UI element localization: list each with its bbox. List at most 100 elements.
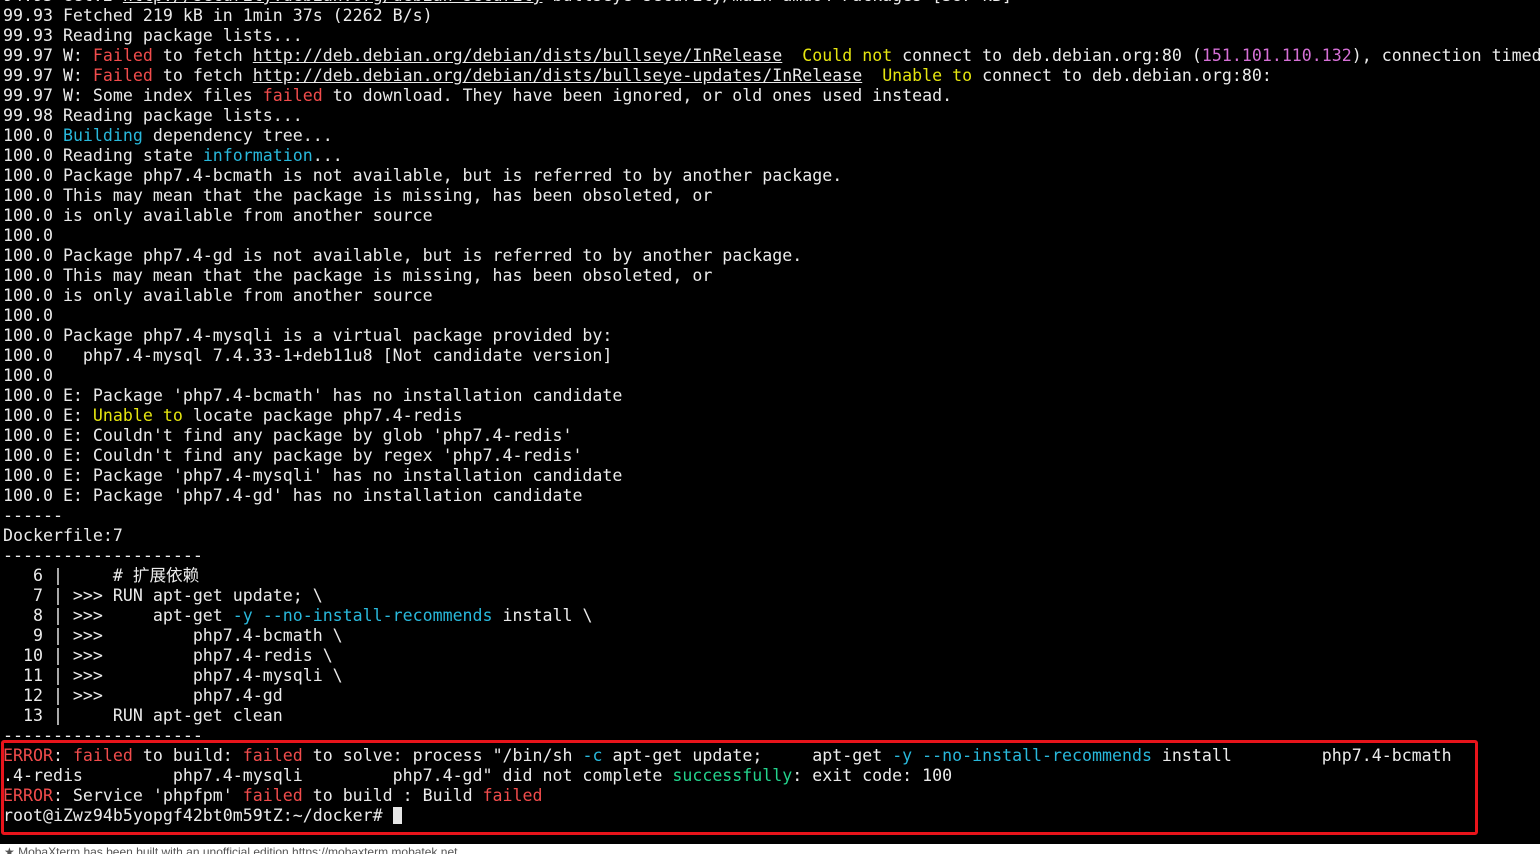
terminal-text: Unable to xyxy=(92,406,183,425)
terminal-line: 100.0 is only available from another sou… xyxy=(3,206,1540,226)
terminal-text: 13 | RUN apt-get clean xyxy=(3,706,283,725)
terminal-text: connect to deb.debian.org:80: xyxy=(972,66,1272,85)
bottom-strip-text: ★ MobaXterm has been built with an unoff… xyxy=(4,845,458,854)
text-cursor xyxy=(392,807,402,824)
terminal-line: 99.97 W: Failed to fetch http://deb.debi… xyxy=(3,46,1540,66)
terminal-text: ERROR xyxy=(3,746,53,765)
terminal-line: 11 | >>> php7.4-mysqli \ xyxy=(3,666,1540,686)
terminal-text: 12 | >>> php7.4-gd xyxy=(3,686,283,705)
terminal-line: 100.0 xyxy=(3,366,1540,386)
terminal-text: information xyxy=(202,146,313,165)
terminal-text: failed xyxy=(482,786,543,805)
terminal-text: to fetch xyxy=(152,66,253,85)
terminal-text: 99.97 W: Some index files xyxy=(3,86,263,105)
terminal-line: 99.97 W: Failed to fetch http://deb.debi… xyxy=(3,66,1540,86)
terminal-line: 13 | RUN apt-get clean xyxy=(3,706,1540,726)
terminal-line: 100.0 php7.4-mysql 7.4.33-1+deb11u8 [Not… xyxy=(3,346,1540,366)
terminal-text: connect to deb.debian.org:80 ( xyxy=(892,46,1202,65)
terminal-line: 100.0 Reading state information... xyxy=(3,146,1540,166)
terminal-text: 100.0 Package php7.4-gd is not available… xyxy=(3,246,803,265)
terminal-text: Building xyxy=(62,126,143,145)
terminal-text: 100.0 is only available from another sou… xyxy=(3,206,433,225)
terminal-text: locate package php7.4-redis xyxy=(182,406,463,425)
terminal-text: bullseye-security/main amd64 Packages [3… xyxy=(542,0,1012,5)
terminal-text: apt-get update; apt-get xyxy=(602,746,893,765)
terminal-text: 100.0 xyxy=(3,126,63,145)
terminal-text: Dockerfile:7 xyxy=(3,526,123,545)
terminal-line: 100.0 xyxy=(3,226,1540,246)
terminal-text: 100.0 xyxy=(3,366,53,385)
terminal-line: 8 | >>> apt-get -y --no-install-recommen… xyxy=(3,606,1540,626)
terminal-line: 99.93 Fetched 219 kB in 1min 37s (2262 B… xyxy=(3,6,1540,26)
terminal-line: 100.0 is only available from another sou… xyxy=(3,286,1540,306)
terminal-text: 100.0 E: Package 'php7.4-bcmath' has no … xyxy=(3,386,623,405)
terminal-text: Failed xyxy=(92,46,153,65)
terminal-line: 9 | >>> php7.4-bcmath \ xyxy=(3,626,1540,646)
url-link[interactable]: http://deb.debian.org/debian/dists/bulls… xyxy=(253,46,783,65)
terminal-text: 10 | >>> php7.4-redis \ xyxy=(3,646,333,665)
terminal-text: -y --no-install-recommends xyxy=(232,606,493,625)
terminal-text: 9 | >>> php7.4-bcmath \ xyxy=(3,626,343,645)
terminal-text: 100.0 Package php7.4-mysqli is a virtual… xyxy=(3,326,613,345)
terminal-line: 100.0 E: Couldn't find any package by gl… xyxy=(3,426,1540,446)
terminal-line: 100.0 E: Package 'php7.4-mysqli' has no … xyxy=(3,466,1540,486)
terminal-text: : xyxy=(52,746,73,765)
terminal-text: to fetch xyxy=(152,46,253,65)
shell-prompt: root@iZwz94b5yopgf42bt0m59tZ:~/docker# xyxy=(3,806,393,825)
terminal-text: 100.0 Package php7.4-bcmath is not avail… xyxy=(3,166,843,185)
terminal-text: -y --no-install-recommends xyxy=(892,746,1152,765)
terminal-output[interactable]: 94.93 Get:2 http://security.debian.org/d… xyxy=(3,0,1540,854)
terminal-line: 100.0 Building dependency tree... xyxy=(3,126,1540,146)
terminal-text: 100.0 E: Package 'php7.4-mysqli' has no … xyxy=(3,466,623,485)
terminal-line: ERROR: failed to build: failed to solve:… xyxy=(3,746,1540,766)
terminal-text: -c xyxy=(582,746,603,765)
terminal-text: to download. They have been ignored, or … xyxy=(322,86,953,105)
terminal-text: to solve: process "/bin/sh xyxy=(302,746,583,765)
terminal-line: 100.0 Package php7.4-gd is not available… xyxy=(3,246,1540,266)
terminal-line: 99.93 Reading package lists... xyxy=(3,26,1540,46)
terminal-text: 100.0 E: Package 'php7.4-gd' has no inst… xyxy=(3,486,583,505)
terminal-text: dependency tree... xyxy=(142,126,333,145)
terminal-line: 100.0 E: Package 'php7.4-bcmath' has no … xyxy=(3,386,1540,406)
terminal-text: 99.93 Fetched 219 kB in 1min 37s (2262 B… xyxy=(3,6,433,25)
terminal-text: ... xyxy=(312,146,343,165)
terminal-text: 100.0 This may mean that the package is … xyxy=(3,266,713,285)
terminal-text: to build : Build xyxy=(302,786,483,805)
terminal-line: ERROR: Service 'phpfpm' failed to build … xyxy=(3,786,1540,806)
terminal-text: 100.0 E: Couldn't find any package by gl… xyxy=(3,426,573,445)
terminal-text: successfully xyxy=(672,766,793,785)
terminal-text: ), connection timed out xyxy=(1351,46,1540,65)
terminal-line: .4-redis php7.4-mysqli php7.4-gd" did no… xyxy=(3,766,1540,786)
terminal-text: install php7.4-bcmath php7 xyxy=(1151,746,1540,765)
terminal-line: 10 | >>> php7.4-redis \ xyxy=(3,646,1540,666)
terminal-text: 100.0 E: xyxy=(3,406,93,425)
terminal-text: 151.101.110.132 xyxy=(1201,46,1352,65)
terminal-line: 100.0 Package php7.4-bcmath is not avail… xyxy=(3,166,1540,186)
terminal-text: Unable to xyxy=(882,66,973,85)
terminal-text: ------ xyxy=(3,506,63,525)
terminal-text: failed xyxy=(262,86,323,105)
terminal-line: 99.97 W: Some index files failed to down… xyxy=(3,86,1540,106)
terminal-text: : Service 'phpfpm' xyxy=(52,786,243,805)
terminal-text: 99.98 Reading package lists... xyxy=(3,106,303,125)
terminal-line: 12 | >>> php7.4-gd xyxy=(3,686,1540,706)
url-link[interactable]: http://security.debian.org/debian-securi… xyxy=(123,0,543,5)
terminal-text: 100.0 xyxy=(3,306,53,325)
terminal-line: 100.0 E: Couldn't find any package by re… xyxy=(3,446,1540,466)
terminal-text: ERROR xyxy=(3,786,53,805)
terminal-line: ------ xyxy=(3,506,1540,526)
terminal-text: 99.93 Reading package lists... xyxy=(3,26,303,45)
terminal-text: 6 | # 扩展依赖 xyxy=(3,566,200,585)
terminal-text: 100.0 This may mean that the package is … xyxy=(3,186,713,205)
url-link[interactable]: http://deb.debian.org/debian/dists/bulls… xyxy=(253,66,862,85)
shell-prompt-line[interactable]: root@iZwz94b5yopgf42bt0m59tZ:~/docker# xyxy=(3,806,1540,826)
terminal-text: .4-redis php7.4-mysqli php7.4-gd" did no… xyxy=(3,766,673,785)
terminal-text: -------------------- xyxy=(3,726,203,745)
terminal-line: 99.98 Reading package lists... xyxy=(3,106,1540,126)
terminal-line: Dockerfile:7 xyxy=(3,526,1540,546)
terminal-text: 100.0 php7.4-mysql 7.4.33-1+deb11u8 [Not… xyxy=(3,346,613,365)
terminal-text: Failed xyxy=(92,66,153,85)
terminal-text: failed xyxy=(72,746,133,765)
